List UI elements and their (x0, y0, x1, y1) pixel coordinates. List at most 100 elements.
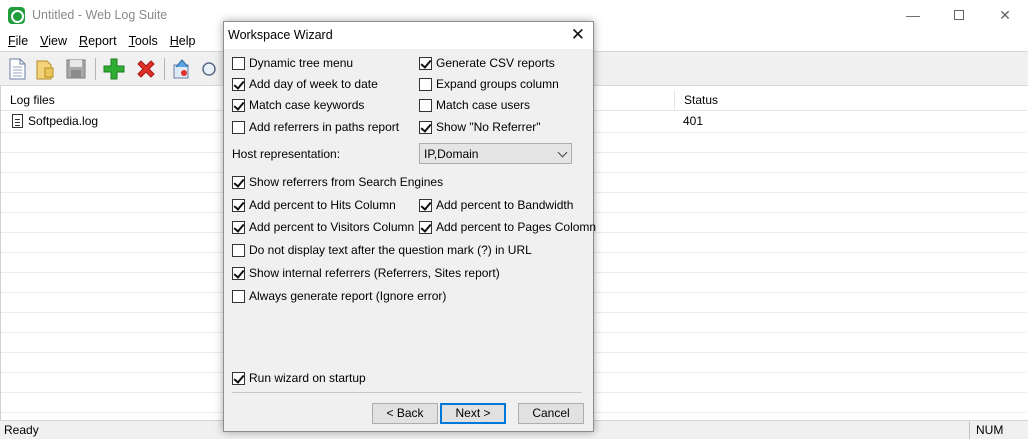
open-workspace-button[interactable] (33, 57, 57, 81)
host-representation-select[interactable]: IP,Domain (419, 143, 572, 164)
checkbox-show-internal-referrers[interactable]: Show internal referrers (Referrers, Site… (232, 266, 500, 280)
checkbox-box[interactable] (232, 120, 245, 134)
checkbox-box[interactable] (232, 175, 245, 189)
host-representation-value: IP,Domain (424, 147, 479, 161)
dialog-title: Workspace Wizard (228, 28, 333, 42)
close-icon: ✕ (999, 6, 1011, 23)
checkbox-label: Run wizard on startup (249, 371, 366, 385)
report-wizard-icon (173, 59, 189, 79)
minimize-icon: — (906, 7, 920, 23)
checkbox-percent-bandwidth[interactable]: Add percent to Bandwidth (419, 198, 573, 212)
checkbox-match-case-users[interactable]: Match case users (419, 98, 530, 112)
app-window: Untitled - Web Log Suite — ✕ File View R… (0, 0, 1028, 439)
remove-log-button[interactable] (134, 57, 158, 81)
log-file-cell: Softpedia.log (12, 114, 98, 128)
checkbox-label: Show referrers from Search Engines (249, 175, 444, 189)
dialog-separator (232, 392, 582, 393)
toolbar-separator (164, 58, 165, 80)
checkbox-label: Generate CSV reports (436, 56, 555, 70)
app-logo-icon (8, 6, 25, 24)
checkbox-box[interactable] (232, 220, 245, 234)
log-status-cell: 401 (683, 114, 704, 128)
checkbox-box[interactable] (232, 289, 245, 303)
checkbox-show-referrers-search[interactable]: Show referrers from Search Engines (232, 175, 443, 189)
menu-report[interactable]: Report (73, 34, 123, 48)
checkbox-box[interactable] (419, 198, 432, 212)
checkbox-show-no-referrer[interactable]: Show "No Referrer" (419, 120, 541, 134)
checkbox-box[interactable] (232, 198, 245, 212)
checkbox-percent-visitors[interactable]: Add percent to Visitors Column (232, 220, 414, 234)
checkbox-box[interactable] (232, 77, 245, 91)
checkbox-no-text-after-question-mark[interactable]: Do not display text after the question m… (232, 243, 532, 257)
checkbox-generate-csv[interactable]: Generate CSV reports (419, 56, 555, 70)
checkbox-box[interactable] (419, 77, 432, 91)
checkbox-box[interactable] (232, 243, 245, 257)
menu-view[interactable]: View (34, 34, 73, 48)
checkbox-dynamic-tree-menu[interactable]: Dynamic tree menu (232, 56, 353, 70)
checkbox-box[interactable] (419, 98, 432, 112)
checkbox-label: Add referrers in paths report (249, 120, 400, 134)
checkbox-label: Expand groups column (436, 77, 559, 91)
checkbox-box[interactable] (419, 56, 432, 70)
maximize-button[interactable] (936, 0, 982, 30)
checkbox-label: Add percent to Bandwidth (436, 198, 574, 212)
checkbox-box[interactable] (232, 266, 245, 280)
checkbox-label: Match case users (436, 98, 531, 112)
checkbox-label: Show internal referrers (Referrers, Site… (249, 266, 500, 280)
checkbox-label: Dynamic tree menu (249, 56, 354, 70)
checkbox-box[interactable] (232, 98, 245, 112)
num-lock-indicator: NUM (969, 422, 1025, 439)
save-icon (66, 59, 86, 79)
checkbox-add-day-of-week[interactable]: Add day of week to date (232, 77, 378, 91)
menu-file[interactable]: File (2, 34, 34, 48)
checkbox-label: Add percent to Hits Column (249, 198, 396, 212)
column-header-status[interactable]: Status (674, 90, 718, 111)
plus-icon (103, 58, 125, 80)
checkbox-run-wizard-startup[interactable]: Run wizard on startup (232, 371, 366, 385)
chevron-down-icon (557, 147, 568, 158)
delete-x-icon (137, 60, 155, 78)
checkbox-match-case-keywords[interactable]: Match case keywords (232, 98, 364, 112)
host-representation-label: Host representation: (232, 147, 341, 161)
status-text: Ready (4, 423, 39, 437)
column-header-log-files[interactable]: Log files (1, 90, 55, 111)
checkbox-add-referrers-paths[interactable]: Add referrers in paths report (232, 120, 399, 134)
new-document-icon (9, 58, 26, 80)
checkbox-label: Add day of week to date (249, 77, 378, 91)
close-button[interactable]: ✕ (982, 0, 1028, 30)
checkbox-box[interactable] (419, 120, 432, 134)
checkbox-box[interactable] (232, 371, 245, 385)
new-workspace-button[interactable] (5, 57, 29, 81)
magnifier-icon (202, 62, 216, 76)
maximize-icon (954, 10, 964, 20)
view-report-button[interactable] (196, 57, 220, 81)
checkbox-expand-groups[interactable]: Expand groups column (419, 77, 559, 91)
checkbox-label: Add percent to Visitors Column (249, 220, 415, 234)
log-file-icon (12, 114, 23, 128)
menu-tools[interactable]: Tools (123, 34, 164, 48)
checkbox-label: Always generate report (Ignore error) (249, 289, 447, 303)
workspace-wizard-dialog: Workspace Wizard ✕ Dynamic tree menu Gen… (223, 21, 596, 432)
checkbox-label: Show "No Referrer" (436, 120, 541, 134)
checkbox-box[interactable] (419, 220, 432, 234)
next-button[interactable]: Next > (440, 403, 506, 424)
cancel-button[interactable]: Cancel (518, 403, 584, 424)
minimize-button[interactable]: — (890, 0, 936, 30)
dialog-title-bar: Workspace Wizard ✕ (224, 22, 593, 49)
save-workspace-button[interactable] (64, 57, 88, 81)
window-title: Untitled - Web Log Suite (32, 8, 168, 22)
log-file-name: Softpedia.log (28, 114, 99, 128)
checkbox-percent-hits[interactable]: Add percent to Hits Column (232, 198, 396, 212)
checkbox-always-generate[interactable]: Always generate report (Ignore error) (232, 289, 446, 303)
generate-report-button[interactable] (170, 57, 194, 81)
back-button[interactable]: < Back (372, 403, 438, 424)
menu-help[interactable]: Help (164, 34, 202, 48)
checkbox-percent-pages[interactable]: Add percent to Pages Colomn (419, 220, 596, 234)
checkbox-label: Do not display text after the question m… (249, 243, 532, 257)
checkbox-label: Match case keywords (249, 98, 365, 112)
toolbar-separator (95, 58, 96, 80)
dialog-close-button[interactable]: ✕ (571, 25, 585, 45)
checkbox-label: Add percent to Pages Colomn (436, 220, 597, 234)
add-log-button[interactable] (102, 57, 126, 81)
checkbox-box[interactable] (232, 56, 245, 70)
